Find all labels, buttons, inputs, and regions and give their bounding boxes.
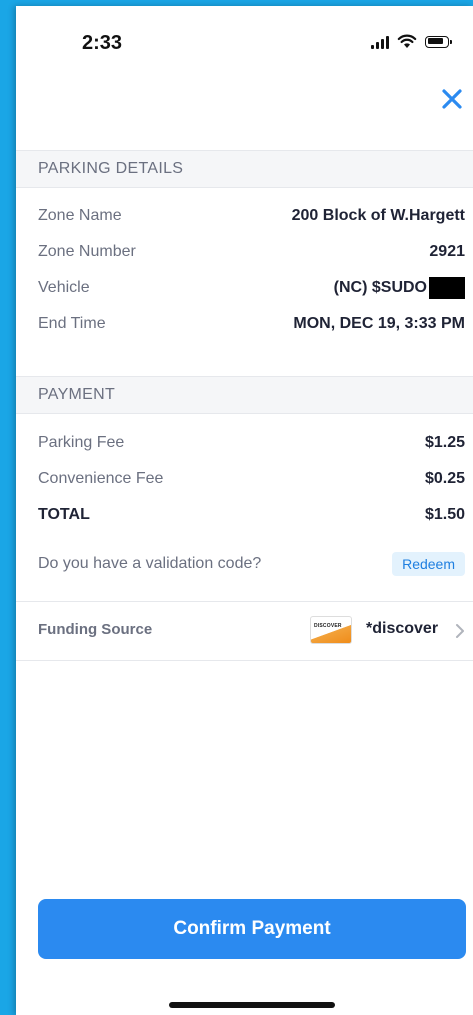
vehicle-row: Vehicle (NC) $SUDO	[38, 276, 465, 300]
parking-details-header: PARKING DETAILS	[16, 150, 473, 188]
vehicle-value-wrap: (NC) $SUDO	[334, 277, 465, 299]
row-label: Vehicle	[38, 279, 90, 296]
validation-row: Do you have a validation code? Redeem	[38, 552, 465, 576]
row-value: $1.25	[424, 434, 465, 451]
convenience-fee-row: Convenience Fee $0.25	[38, 467, 465, 491]
close-icon[interactable]	[439, 86, 465, 112]
app-screen: 2:33 PARKING DETAILS Zone Name 200 Block…	[16, 6, 473, 1015]
battery-icon	[425, 35, 452, 48]
row-label: Zone Number	[38, 243, 136, 260]
payment-header: PAYMENT	[16, 376, 473, 414]
parking-fee-row: Parking Fee $1.25	[38, 431, 465, 455]
cellular-signal-icon	[371, 35, 389, 49]
funding-source-row[interactable]: Funding Source DISCOVER *discover	[16, 601, 473, 661]
row-value: 2921	[429, 243, 465, 260]
discover-card-icon: DISCOVER	[310, 616, 352, 644]
total-row: TOTAL $1.50	[38, 503, 465, 527]
zone-name-row: Zone Name 200 Block of W.Hargett	[38, 204, 465, 228]
card-brand-text: DISCOVER	[314, 623, 342, 629]
row-label: Parking Fee	[38, 434, 125, 451]
row-value: $0.25	[424, 470, 465, 487]
row-label: Zone Name	[38, 207, 122, 224]
end-time-row: End Time MON, DEC 19, 3:33 PM	[38, 312, 465, 336]
row-value: 200 Block of W.Hargett	[291, 207, 465, 224]
chevron-right-icon	[456, 624, 464, 638]
home-indicator	[169, 1002, 335, 1008]
row-value: (NC) $SUDO	[333, 279, 427, 297]
funding-source-label: Funding Source	[38, 621, 153, 638]
validation-question: Do you have a validation code?	[38, 555, 262, 572]
row-label: TOTAL	[38, 506, 90, 523]
row-label: End Time	[38, 315, 106, 332]
row-value: $1.50	[424, 506, 465, 523]
redaction-box	[429, 277, 465, 299]
status-time: 2:33	[82, 32, 123, 54]
row-value: MON, DEC 19, 3:33 PM	[293, 315, 465, 332]
wifi-icon	[397, 34, 417, 48]
confirm-payment-button[interactable]: Confirm Payment	[38, 899, 466, 959]
status-icons	[371, 34, 452, 49]
funding-source-value: *discover	[366, 620, 439, 637]
row-label: Convenience Fee	[38, 470, 164, 487]
redeem-button[interactable]: Redeem	[392, 552, 465, 576]
zone-number-row: Zone Number 2921	[38, 240, 465, 264]
